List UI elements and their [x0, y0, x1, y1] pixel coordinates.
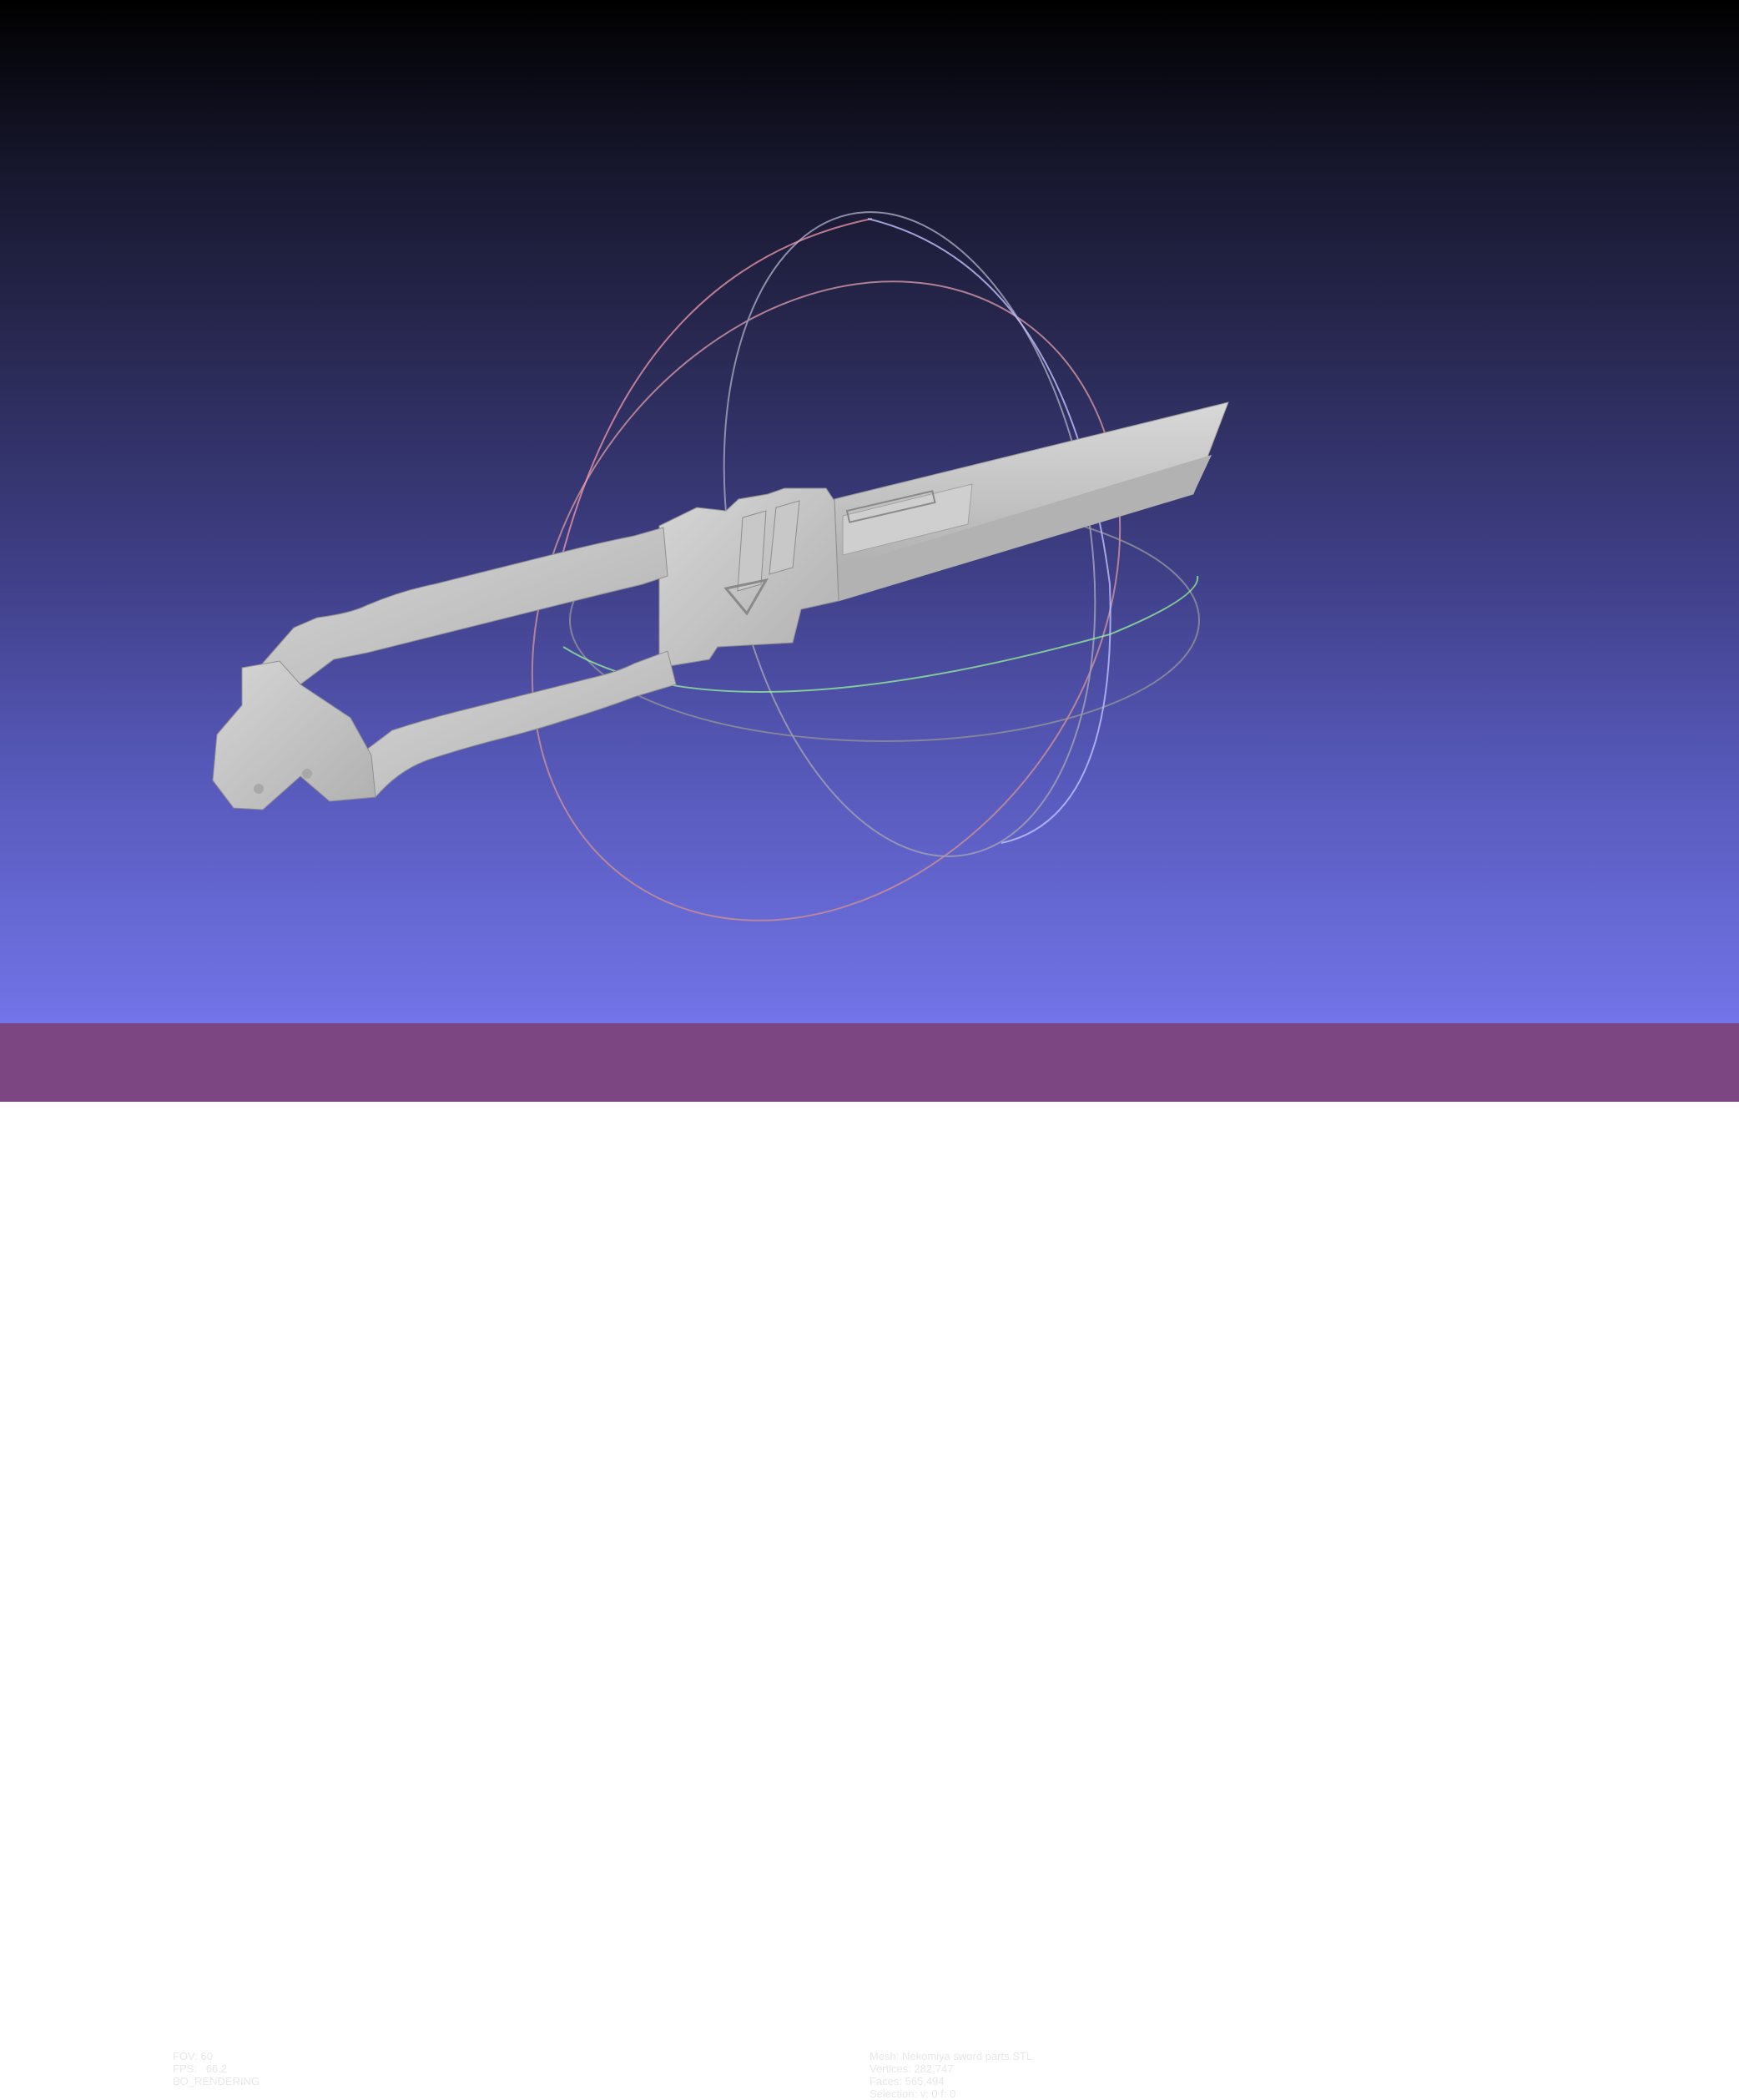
mesh-name-label: Mesh: Nekomiya sword parts.STL — [870, 2050, 1033, 2062]
fps-label: FPS: 66.2 — [173, 2062, 228, 2075]
vertices-label: Vertices: 282,747 — [870, 2062, 954, 2075]
status-bar: FOV: 60 FPS: 66.2 BO_RENDERING Mesh: Nek… — [0, 1023, 1739, 2100]
3d-viewport[interactable] — [0, 0, 1739, 1023]
sword-pommel-rivet-2 — [302, 769, 312, 779]
selection-label: Selection: v: 0 f: 0 — [870, 2087, 956, 2100]
fov-label: FOV: 60 — [173, 2050, 213, 2062]
faces-label: Faces: 565,494 — [870, 2075, 945, 2087]
render-mode-label: BO_RENDERING — [173, 2075, 260, 2087]
sword-pommel — [212, 660, 376, 810]
sword-model[interactable] — [212, 401, 1229, 810]
scene-canvas[interactable] — [0, 0, 1739, 1023]
sword-handle-bottom — [358, 650, 677, 798]
mesh-info: Mesh: Nekomiya sword parts.STL Vertices:… — [870, 2050, 1032, 2100]
render-info: FOV: 60 FPS: 66.2 BO_RENDERING — [173, 2050, 260, 2087]
sword-pommel-rivet-1 — [254, 784, 264, 794]
sword-guard-slot-1 — [737, 510, 767, 592]
